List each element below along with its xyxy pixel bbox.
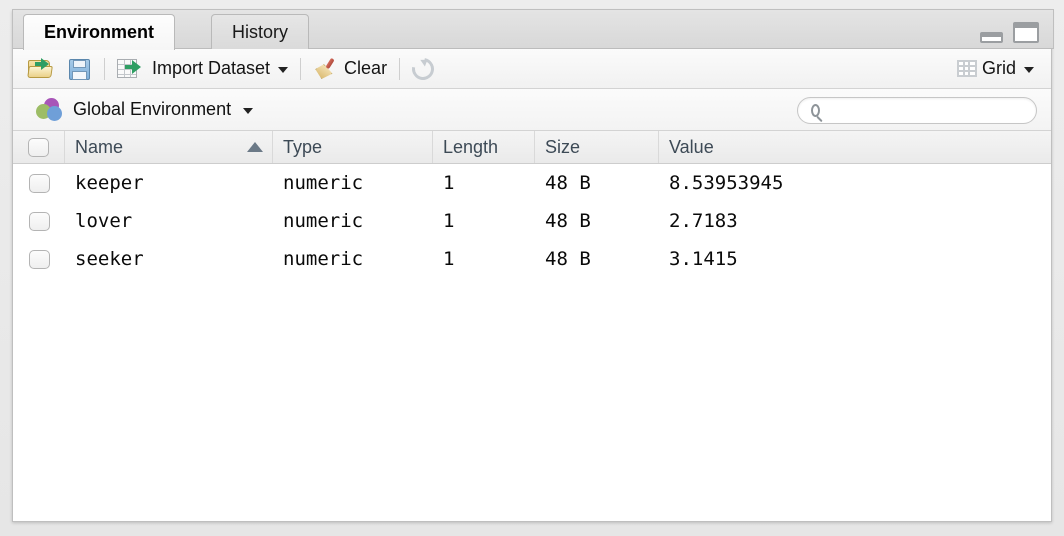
pane-window-controls [980, 22, 1039, 43]
table-row[interactable]: seeker numeric 1 48 B 3.1415 [13, 240, 1051, 278]
table-row[interactable]: lover numeric 1 48 B 2.7183 [13, 202, 1051, 240]
cell-size: 48 B [535, 202, 659, 240]
cell-value: 3.1415 [659, 240, 1051, 278]
toolbar-separator [300, 58, 301, 80]
cell-length: 1 [433, 164, 535, 202]
cell-type: numeric [273, 164, 433, 202]
import-dataset-label: Import Dataset [152, 58, 270, 79]
column-header-value-label: Value [669, 137, 714, 158]
tab-environment-label: Environment [44, 22, 154, 43]
minimize-pane-icon [980, 32, 1003, 43]
cell-value: 8.53953945 [659, 164, 1051, 202]
cell-value: 2.7183 [659, 202, 1051, 240]
cell-size: 48 B [535, 240, 659, 278]
select-all-checkbox[interactable] [28, 138, 49, 157]
cell-size: 48 B [535, 164, 659, 202]
column-header-size-label: Size [545, 137, 580, 158]
environment-toolbar: Import Dataset Clear Grid [13, 49, 1051, 89]
refresh-button[interactable] [407, 53, 439, 85]
broom-icon [313, 57, 339, 81]
environment-object-table: Name Type Length Size Value [13, 131, 1051, 520]
pane-tab-bar: Environment History [12, 9, 1054, 49]
tab-environment[interactable]: Environment [23, 14, 175, 50]
clear-label: Clear [344, 58, 387, 79]
chevron-down-icon [1024, 67, 1034, 73]
refresh-icon [408, 53, 439, 84]
search-box[interactable] [797, 97, 1037, 124]
search-icon [811, 104, 820, 117]
import-table-icon [117, 57, 147, 81]
view-mode-button[interactable]: Grid [952, 53, 1039, 85]
import-dataset-button[interactable]: Import Dataset [112, 53, 293, 85]
tab-history[interactable]: History [211, 14, 309, 50]
row-checkbox[interactable] [29, 250, 50, 269]
save-floppy-icon [68, 57, 92, 81]
column-header-name[interactable]: Name [65, 131, 273, 163]
row-checkbox[interactable] [29, 174, 50, 193]
load-workspace-button[interactable] [23, 53, 63, 85]
row-select-cell[interactable] [13, 240, 65, 278]
toolbar-separator [399, 58, 400, 80]
select-all-header[interactable] [13, 131, 65, 163]
column-header-type-label: Type [283, 137, 322, 158]
sort-ascending-icon [247, 142, 263, 152]
table-header-row: Name Type Length Size Value [13, 131, 1051, 164]
open-folder-icon [28, 57, 58, 81]
chevron-down-icon [278, 67, 288, 73]
toolbar-separator [104, 58, 105, 80]
clear-button[interactable]: Clear [308, 53, 392, 85]
cell-length: 1 [433, 240, 535, 278]
cell-name: keeper [65, 164, 273, 202]
row-select-cell[interactable] [13, 202, 65, 240]
cell-length: 1 [433, 202, 535, 240]
rstudio-environment-pane-window: Environment History [0, 0, 1064, 536]
minimize-pane-button[interactable] [980, 32, 1003, 43]
column-header-type[interactable]: Type [273, 131, 433, 163]
column-header-value[interactable]: Value [659, 131, 1051, 163]
environment-pane: Environment History [12, 10, 1052, 522]
tab-history-label: History [232, 22, 288, 43]
global-environment-label: Global Environment [73, 99, 231, 120]
environment-spheres-icon [36, 98, 64, 122]
cell-name: lover [65, 202, 273, 240]
view-mode-label: Grid [982, 58, 1016, 79]
global-environment-selector[interactable]: Global Environment [32, 95, 257, 125]
cell-name: seeker [65, 240, 273, 278]
table-row[interactable]: keeper numeric 1 48 B 8.53953945 [13, 164, 1051, 202]
save-workspace-button[interactable] [63, 53, 97, 85]
chevron-down-icon [243, 108, 253, 114]
column-header-length[interactable]: Length [433, 131, 535, 163]
maximize-pane-icon [1013, 22, 1039, 43]
column-header-name-label: Name [75, 137, 123, 158]
cell-type: numeric [273, 202, 433, 240]
column-header-size[interactable]: Size [535, 131, 659, 163]
maximize-pane-button[interactable] [1013, 22, 1039, 43]
cell-type: numeric [273, 240, 433, 278]
search-input[interactable] [820, 98, 1036, 123]
row-checkbox[interactable] [29, 212, 50, 231]
environment-selector-row: Global Environment [13, 89, 1051, 131]
column-header-length-label: Length [443, 137, 498, 158]
row-select-cell[interactable] [13, 164, 65, 202]
grid-view-icon [957, 60, 977, 77]
